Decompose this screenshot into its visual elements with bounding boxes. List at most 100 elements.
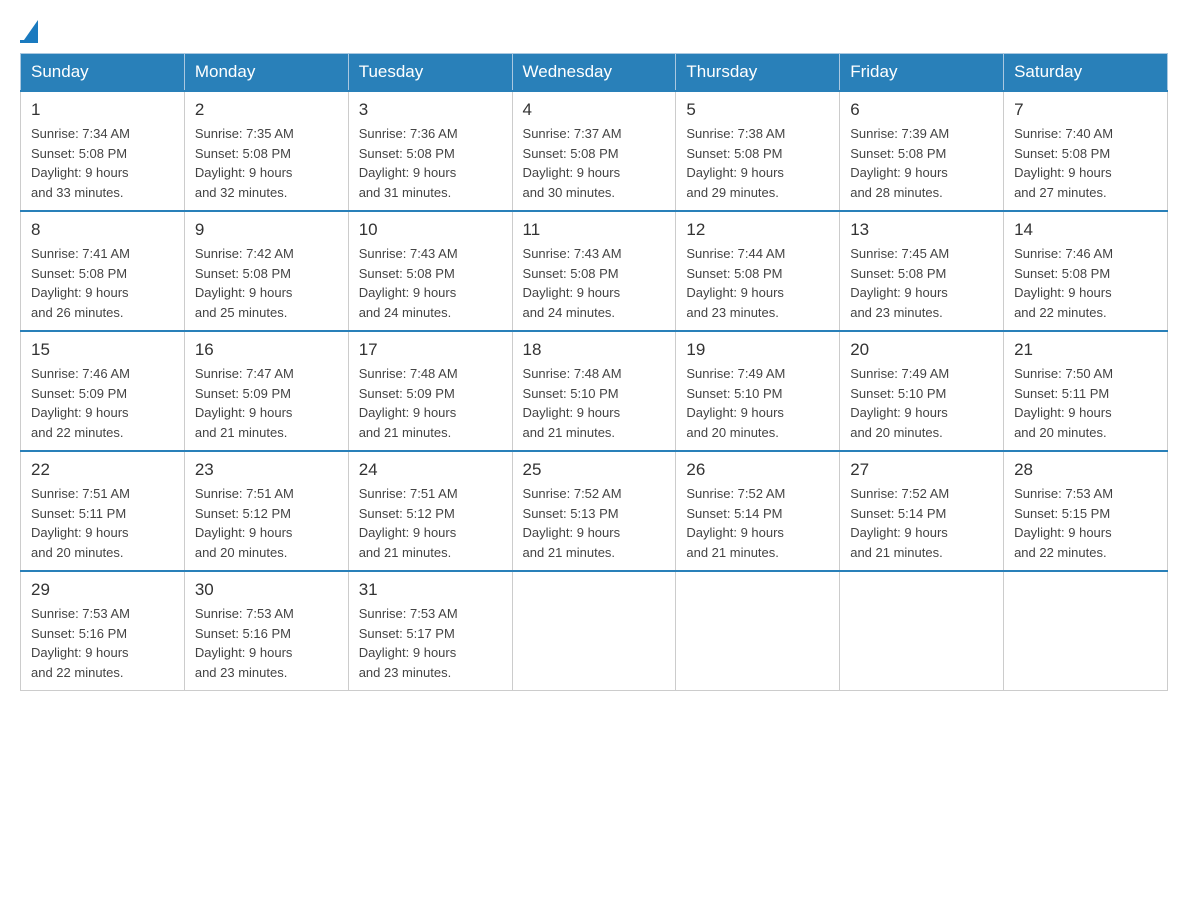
- sunrise-info: Sunrise: 7:45 AM: [850, 244, 993, 264]
- calendar-day-cell: 8Sunrise: 7:41 AMSunset: 5:08 PMDaylight…: [21, 211, 185, 331]
- day-number: 22: [31, 460, 174, 480]
- sunrise-info: Sunrise: 7:44 AM: [686, 244, 829, 264]
- daylight-info-line2: and 21 minutes.: [523, 423, 666, 443]
- daylight-info-line1: Daylight: 9 hours: [1014, 283, 1157, 303]
- daylight-info-line1: Daylight: 9 hours: [686, 523, 829, 543]
- daylight-info-line1: Daylight: 9 hours: [359, 403, 502, 423]
- logo: [20, 20, 38, 43]
- weekday-header-saturday: Saturday: [1004, 54, 1168, 92]
- daylight-info-line2: and 20 minutes.: [195, 543, 338, 563]
- daylight-info-line2: and 21 minutes.: [359, 423, 502, 443]
- daylight-info-line2: and 26 minutes.: [31, 303, 174, 323]
- day-number: 26: [686, 460, 829, 480]
- daylight-info-line2: and 21 minutes.: [850, 543, 993, 563]
- calendar-day-cell: 9Sunrise: 7:42 AMSunset: 5:08 PMDaylight…: [184, 211, 348, 331]
- day-info: Sunrise: 7:40 AMSunset: 5:08 PMDaylight:…: [1014, 124, 1157, 202]
- sunset-info: Sunset: 5:09 PM: [31, 384, 174, 404]
- sunrise-info: Sunrise: 7:42 AM: [195, 244, 338, 264]
- sunrise-info: Sunrise: 7:50 AM: [1014, 364, 1157, 384]
- sunrise-info: Sunrise: 7:53 AM: [359, 604, 502, 624]
- daylight-info-line2: and 33 minutes.: [31, 183, 174, 203]
- calendar-day-cell: 26Sunrise: 7:52 AMSunset: 5:14 PMDayligh…: [676, 451, 840, 571]
- calendar-day-cell: 3Sunrise: 7:36 AMSunset: 5:08 PMDaylight…: [348, 91, 512, 211]
- day-number: 30: [195, 580, 338, 600]
- daylight-info-line2: and 21 minutes.: [195, 423, 338, 443]
- daylight-info-line1: Daylight: 9 hours: [523, 163, 666, 183]
- calendar-week-row: 8Sunrise: 7:41 AMSunset: 5:08 PMDaylight…: [21, 211, 1168, 331]
- calendar-day-cell: 18Sunrise: 7:48 AMSunset: 5:10 PMDayligh…: [512, 331, 676, 451]
- sunrise-info: Sunrise: 7:40 AM: [1014, 124, 1157, 144]
- day-number: 27: [850, 460, 993, 480]
- weekday-header-sunday: Sunday: [21, 54, 185, 92]
- sunrise-info: Sunrise: 7:52 AM: [850, 484, 993, 504]
- day-number: 31: [359, 580, 502, 600]
- calendar-day-cell: 14Sunrise: 7:46 AMSunset: 5:08 PMDayligh…: [1004, 211, 1168, 331]
- sunset-info: Sunset: 5:11 PM: [1014, 384, 1157, 404]
- day-number: 28: [1014, 460, 1157, 480]
- day-info: Sunrise: 7:42 AMSunset: 5:08 PMDaylight:…: [195, 244, 338, 322]
- daylight-info-line1: Daylight: 9 hours: [195, 523, 338, 543]
- day-info: Sunrise: 7:51 AMSunset: 5:11 PMDaylight:…: [31, 484, 174, 562]
- weekday-header-monday: Monday: [184, 54, 348, 92]
- day-info: Sunrise: 7:51 AMSunset: 5:12 PMDaylight:…: [359, 484, 502, 562]
- calendar-day-cell: 22 Sunrise: 7:51 AMSunset: 5:11 PMDayligh…: [21, 451, 185, 571]
- daylight-info-line2: and 23 minutes.: [195, 663, 338, 683]
- day-number: 10: [359, 220, 502, 240]
- daylight-info-line2: and 21 minutes.: [523, 543, 666, 563]
- daylight-info-line1: Daylight: 9 hours: [31, 283, 174, 303]
- sunset-info: Sunset: 5:08 PM: [1014, 264, 1157, 284]
- day-info: Sunrise: 7:34 AMSunset: 5:08 PMDaylight:…: [31, 124, 174, 202]
- daylight-info-line2: and 27 minutes.: [1014, 183, 1157, 203]
- calendar-day-cell: 13Sunrise: 7:45 AMSunset: 5:08 PMDayligh…: [840, 211, 1004, 331]
- calendar-day-cell: [676, 571, 840, 691]
- daylight-info-line1: Daylight: 9 hours: [31, 643, 174, 663]
- sunset-info: Sunset: 5:08 PM: [359, 144, 502, 164]
- sunrise-info: Sunrise: 7:51 AM: [359, 484, 502, 504]
- daylight-info-line2: and 32 minutes.: [195, 183, 338, 203]
- day-info: Sunrise: 7:43 AMSunset: 5:08 PMDaylight:…: [359, 244, 502, 322]
- sunrise-info: Sunrise: 7:51 AM: [31, 484, 174, 504]
- day-number: 8: [31, 220, 174, 240]
- daylight-info-line2: and 22 minutes.: [1014, 543, 1157, 563]
- daylight-info-line2: and 31 minutes.: [359, 183, 502, 203]
- calendar-day-cell: 15Sunrise: 7:46 AMSunset: 5:09 PMDayligh…: [21, 331, 185, 451]
- sunset-info: Sunset: 5:15 PM: [1014, 504, 1157, 524]
- day-info: Sunrise: 7:50 AMSunset: 5:11 PMDaylight:…: [1014, 364, 1157, 442]
- daylight-info-line1: Daylight: 9 hours: [686, 283, 829, 303]
- calendar-day-cell: 20Sunrise: 7:49 AMSunset: 5:10 PMDayligh…: [840, 331, 1004, 451]
- sunrise-info: Sunrise: 7:48 AM: [359, 364, 502, 384]
- day-number: 2: [195, 100, 338, 120]
- day-number: 17: [359, 340, 502, 360]
- daylight-info-line1: Daylight: 9 hours: [195, 643, 338, 663]
- calendar-day-cell: [840, 571, 1004, 691]
- daylight-info-line2: and 23 minutes.: [686, 303, 829, 323]
- sunset-info: Sunset: 5:08 PM: [31, 264, 174, 284]
- calendar-day-cell: 12Sunrise: 7:44 AMSunset: 5:08 PMDayligh…: [676, 211, 840, 331]
- day-number: 15: [31, 340, 174, 360]
- sunset-info: Sunset: 5:08 PM: [850, 144, 993, 164]
- calendar-day-cell: 5Sunrise: 7:38 AMSunset: 5:08 PMDaylight…: [676, 91, 840, 211]
- day-info: Sunrise: 7:53 AMSunset: 5:17 PMDaylight:…: [359, 604, 502, 682]
- weekday-header-row: SundayMondayTuesdayWednesdayThursdayFrid…: [21, 54, 1168, 92]
- sunset-info: Sunset: 5:11 PM: [31, 504, 174, 524]
- sunset-info: Sunset: 5:09 PM: [359, 384, 502, 404]
- day-number: 3: [359, 100, 502, 120]
- sunset-info: Sunset: 5:08 PM: [850, 264, 993, 284]
- sunset-info: Sunset: 5:12 PM: [359, 504, 502, 524]
- daylight-info-line2: and 20 minutes.: [31, 543, 174, 563]
- day-number: 5: [686, 100, 829, 120]
- sunrise-info: Sunrise: 7:35 AM: [195, 124, 338, 144]
- daylight-info-line2: and 20 minutes.: [686, 423, 829, 443]
- day-info: Sunrise: 7:52 AMSunset: 5:13 PMDaylight:…: [523, 484, 666, 562]
- calendar-week-row: 22Sunrise: 7:51 AMSunset: 5:11 PMDayligh…: [21, 451, 1168, 571]
- sunrise-info: Sunrise: 7:53 AM: [195, 604, 338, 624]
- sunrise-info: Sunrise: 7:48 AM: [523, 364, 666, 384]
- calendar-week-row: 15Sunrise: 7:46 AMSunset: 5:09 PMDayligh…: [21, 331, 1168, 451]
- daylight-info-line1: Daylight: 9 hours: [850, 283, 993, 303]
- calendar-day-cell: [1004, 571, 1168, 691]
- calendar-day-cell: 24Sunrise: 7:51 AMSunset: 5:12 PMDayligh…: [348, 451, 512, 571]
- calendar-day-cell: 29Sunrise: 7:53 AMSunset: 5:16 PMDayligh…: [21, 571, 185, 691]
- sunrise-info: Sunrise: 7:46 AM: [1014, 244, 1157, 264]
- daylight-info-line1: Daylight: 9 hours: [359, 283, 502, 303]
- day-number: 16: [195, 340, 338, 360]
